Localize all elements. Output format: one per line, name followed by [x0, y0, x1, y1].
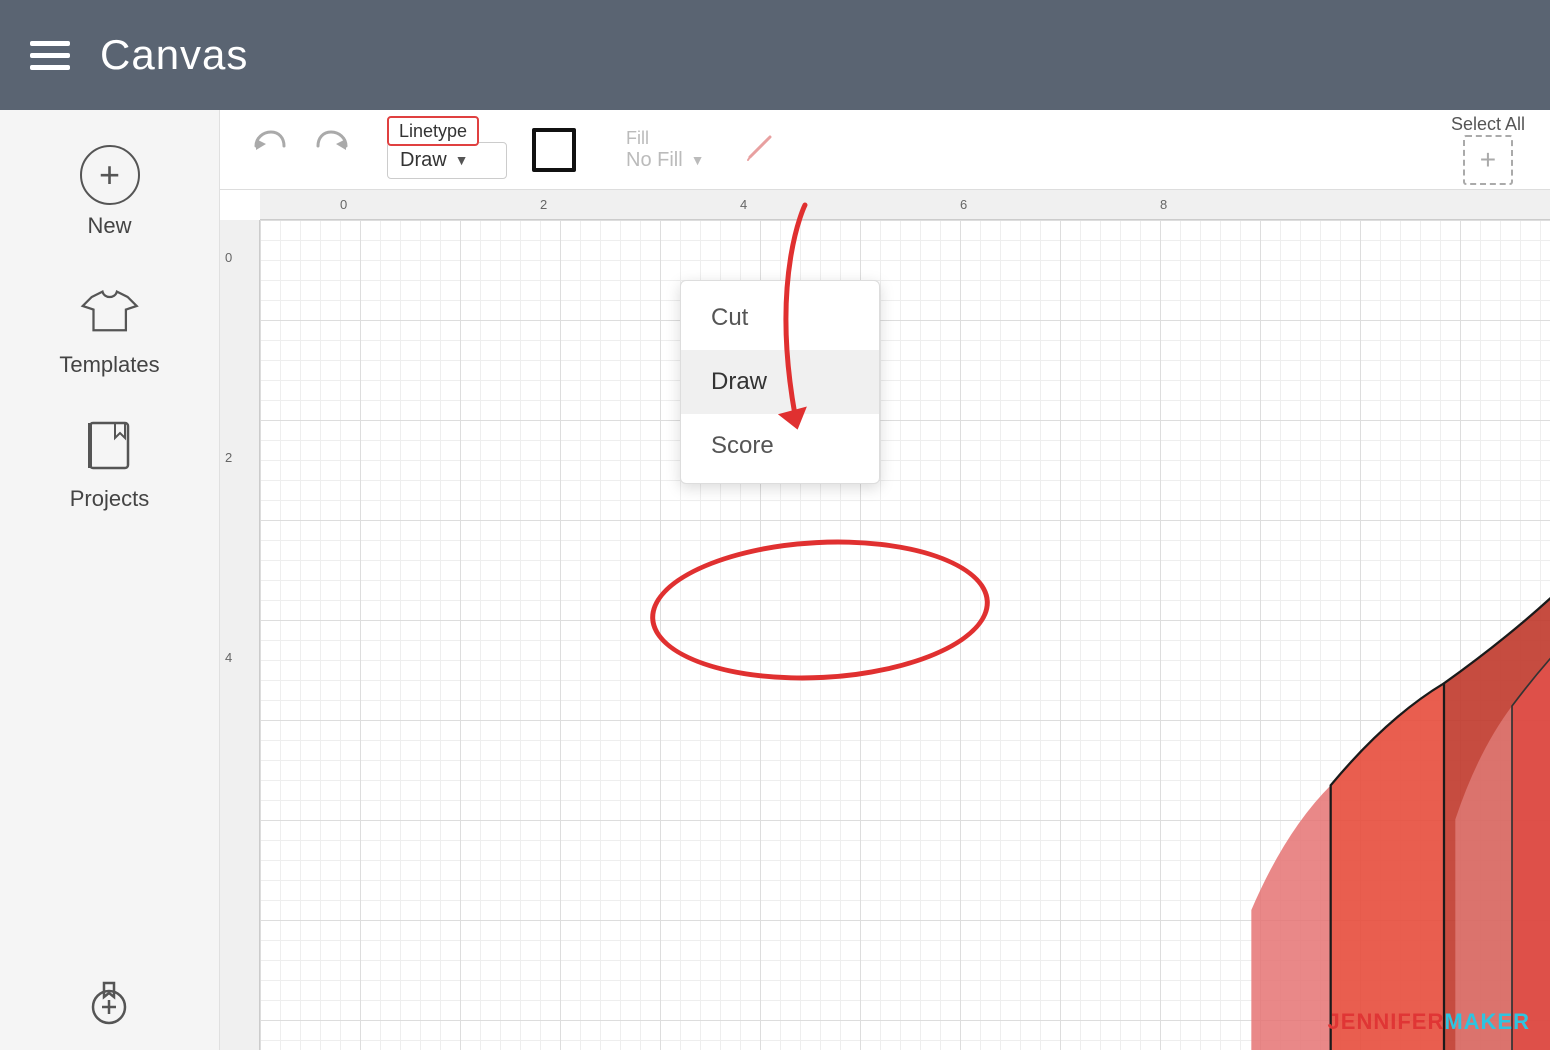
dropdown-item-score[interactable]: Score — [681, 414, 879, 478]
sidebar-item-templates[interactable]: Templates — [0, 264, 219, 393]
watermark-maker: MAKER — [1444, 1009, 1530, 1034]
canvas-red-shape — [900, 400, 1550, 1050]
fill-section: Fill No Fill ▼ — [626, 128, 705, 172]
select-all-plus-icon: + — [1480, 144, 1496, 176]
sidebar-item-projects-label: Projects — [70, 486, 149, 512]
watermark: JENNIFERMAKER — [1328, 1009, 1530, 1035]
sidebar: + New Templates Proj — [0, 110, 220, 1050]
watermark-jennifer: JENNIFER — [1328, 1009, 1445, 1034]
ruler-horizontal: 0 2 4 6 8 — [260, 190, 1550, 220]
new-icon: + — [80, 145, 140, 205]
select-all-section: Select All + — [1451, 114, 1525, 185]
linetype-section: Linetype Draw ▼ — [387, 121, 507, 179]
sidebar-item-new[interactable]: + New — [0, 130, 219, 254]
ruler-h-mark-2: 2 — [540, 197, 547, 212]
sidebar-item-new-label: New — [87, 213, 131, 239]
sidebar-item-templates-label: Templates — [59, 352, 159, 378]
ruler-h-mark-8: 8 — [1160, 197, 1167, 212]
ruler-h-mark-0: 0 — [340, 197, 347, 212]
ruler-v-mark-2: 2 — [225, 450, 232, 465]
linetype-arrow-icon: ▼ — [455, 152, 469, 168]
dropdown-item-draw[interactable]: Draw — [681, 350, 879, 414]
sidebar-item-projects[interactable]: Projects — [0, 403, 219, 527]
templates-icon — [80, 279, 140, 344]
fill-label: Fill — [626, 128, 649, 149]
ruler-v-mark-0: 0 — [225, 250, 232, 265]
linetype-dropdown-menu: Cut Draw Score — [680, 280, 880, 484]
linetype-label: Linetype — [387, 116, 479, 146]
canvas-area[interactable]: 0 2 4 6 8 0 2 4 — [220, 190, 1550, 1050]
app-title: Canvas — [100, 31, 248, 79]
redo-button[interactable] — [311, 123, 357, 176]
linetype-value: Draw — [400, 149, 447, 172]
fill-arrow-icon: ▼ — [691, 152, 705, 168]
bottom-icon — [82, 975, 137, 1035]
grid — [260, 220, 1550, 1050]
fill-value: No Fill — [626, 149, 683, 172]
fill-dropdown[interactable]: No Fill ▼ — [626, 149, 705, 172]
square-icon[interactable] — [532, 128, 576, 172]
ruler-v-mark-4: 4 — [225, 650, 232, 665]
header: Canvas — [0, 0, 1550, 110]
dropdown-item-cut[interactable]: Cut — [681, 286, 879, 350]
ruler-vertical: 0 2 4 — [220, 220, 260, 1050]
ruler-h-mark-4: 4 — [740, 197, 747, 212]
main-content: Linetype Draw ▼ Fill No Fill ▼ — [220, 110, 1550, 1050]
main-layout: + New Templates Proj — [0, 110, 1550, 1050]
toolbar: Linetype Draw ▼ Fill No Fill ▼ — [220, 110, 1550, 190]
sidebar-item-bottom[interactable] — [0, 960, 219, 1050]
linetype-dropdown[interactable]: Draw ▼ — [387, 142, 507, 179]
hamburger-menu-icon[interactable] — [30, 41, 70, 70]
projects-icon — [82, 418, 137, 478]
edit-pen-icon[interactable] — [740, 127, 780, 172]
select-all-label: Select All — [1451, 114, 1525, 135]
select-all-button[interactable]: + — [1463, 135, 1513, 185]
undo-button[interactable] — [245, 123, 291, 176]
ruler-h-mark-6: 6 — [960, 197, 967, 212]
